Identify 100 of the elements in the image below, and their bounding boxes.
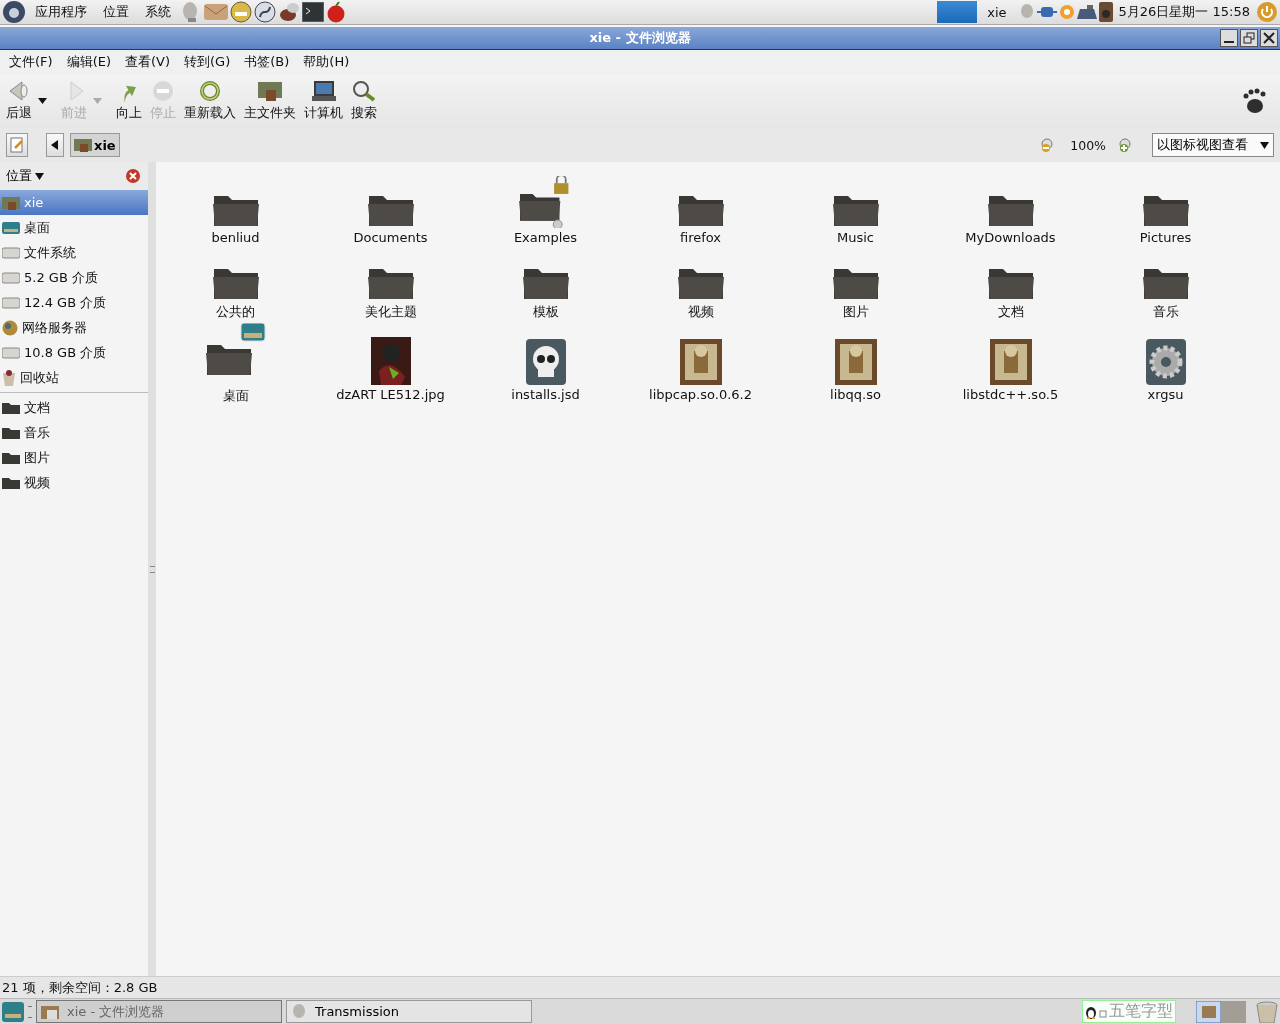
globe-swirl-icon[interactable] [254,1,276,23]
file-manager-icon [41,1003,59,1020]
toolbar-button[interactable]: 搜索 [347,78,381,124]
panel-menu[interactable]: 应用程序 [28,3,94,21]
drive-icon [2,271,20,284]
file-item[interactable]: 文档 [933,247,1088,323]
file-name: installs.jsd [511,387,580,402]
toolbar-button[interactable]: 向上 [112,78,146,124]
file-item[interactable]: 桌面 [158,323,313,407]
toolbar-button[interactable]: 计算机 [300,78,347,124]
sidebar-item[interactable]: 回收站 [0,365,148,390]
file-item[interactable]: 视频 [623,247,778,323]
sidebar-item[interactable]: 文件系统 [0,240,148,265]
printer-icon[interactable] [1076,3,1097,21]
view-mode-dropdown[interactable]: 以图标视图查看 [1152,133,1274,157]
foot-logo-icon[interactable] [2,0,26,24]
file-item[interactable]: 模板 [468,247,623,323]
path-button[interactable]: xie [70,133,120,157]
menu-item[interactable]: 书签(B) [237,53,297,71]
sidebar-item[interactable]: 12.4 GB 介质 [0,290,148,315]
file-item[interactable]: libstdc++.so.5 [933,323,1088,407]
edit-location-button[interactable] [6,133,28,157]
file-item[interactable]: 音乐 [1088,247,1243,323]
house-folder-icon [2,194,20,211]
gear-icon [1145,339,1186,385]
file-item[interactable]: xrgsu [1088,323,1243,407]
sidebar-item-label: 12.4 GB 介质 [24,293,107,312]
back-arrow-icon [8,80,30,102]
dropdown-arrow-icon[interactable] [38,98,47,104]
sidebar-item[interactable]: 图片 [0,445,148,470]
file-item[interactable]: Music [778,174,933,247]
sidebar-item-label: 视频 [24,473,50,492]
envelope-icon[interactable] [204,3,228,21]
toolbar-button[interactable]: 后退 [2,78,36,124]
speaker-icon[interactable] [1098,2,1113,22]
file-item[interactable]: Documents [313,174,468,247]
file-item[interactable]: 美化主题 [313,247,468,323]
panel-menu[interactable]: 位置 [96,3,136,21]
menu-item[interactable]: 文件(F) [2,53,60,71]
file-item[interactable]: Pictures [1088,174,1243,247]
menu-item[interactable]: 编辑(E) [59,53,118,71]
minimize-button[interactable] [1220,29,1238,47]
file-item[interactable]: installs.jsd [468,323,623,407]
network-connector-icon[interactable] [1036,6,1057,18]
sidebar-item-label: 5.2 GB 介质 [24,268,98,287]
apple-icon[interactable] [326,1,346,23]
file-item[interactable]: 公共的 [158,247,313,323]
close-icon [1263,32,1275,44]
sidebar-item-label: 音乐 [24,423,50,442]
search-icon [352,80,376,102]
drive-icon [2,246,20,259]
file-item[interactable]: MyDownloads [933,174,1088,247]
file-item[interactable]: dzART LE512.jpg [313,323,468,407]
file-name: 文档 [997,303,1024,321]
smiley-icon[interactable] [230,1,252,23]
show-desktop-icon[interactable] [2,1001,24,1022]
trash-icon[interactable] [1256,1000,1278,1023]
sidebar-item[interactable]: 网络服务器 [0,315,148,340]
panel-menu[interactable]: 系统 [138,3,178,21]
menu-item[interactable]: 转到(G) [177,53,238,71]
sidebar-type-dropdown[interactable]: 位置 [2,167,48,185]
left-triangle-icon [51,140,59,150]
file-item[interactable]: libqq.so [778,323,933,407]
trash-icon [2,369,16,386]
sidebar-item[interactable]: 视频 [0,470,148,495]
sidebar-item[interactable]: 文档 [0,395,148,420]
taskbar-button[interactable]: Transmission [286,1000,532,1023]
skull-icon [525,339,566,385]
sidebar-item-label: 图片 [24,448,50,467]
folder-icon [2,476,20,489]
file-name: Examples [513,230,578,245]
path-back-button[interactable] [46,133,64,157]
menu-item[interactable]: 帮助(H) [296,53,357,71]
file-item[interactable]: benliud [158,174,313,247]
file-name: libstdc++.so.5 [962,387,1059,402]
close-icon[interactable] [126,169,140,183]
clock[interactable]: 5月26日星期一 15:58 [1118,3,1250,21]
sidebar-item[interactable]: 5.2 GB 介质 [0,265,148,290]
toolbar-button[interactable]: 重新载入 [180,78,240,124]
restore-button[interactable] [1240,29,1258,47]
artwork-thumbnail-icon [370,337,411,385]
file-item[interactable]: 图片 [778,247,933,323]
file-item[interactable]: Examples [468,174,623,247]
sidebar-item[interactable]: 10.8 GB 介质 [0,340,148,365]
pencil-note-icon [9,137,25,153]
file-item[interactable]: firefox [623,174,778,247]
stop-icon [152,80,174,102]
close-button[interactable] [1260,29,1278,47]
toolbar-button[interactable]: 主文件夹 [240,78,300,124]
sidebar-item[interactable]: 音乐 [0,420,148,445]
file-name: firefox [679,230,722,245]
sidebar-item[interactable]: 桌面 [0,215,148,240]
reload-icon [199,80,221,102]
file-item[interactable]: libpcap.so.0.6.2 [623,323,778,407]
menu-item[interactable]: 查看(V) [118,53,178,71]
taskbar-button[interactable]: xie - 文件浏览器 [36,1000,282,1023]
workspace-switcher[interactable] [1196,1000,1246,1023]
power-icon[interactable] [1256,1,1278,23]
user-name[interactable]: xie [987,4,1007,20]
restore-icon [1243,32,1255,44]
